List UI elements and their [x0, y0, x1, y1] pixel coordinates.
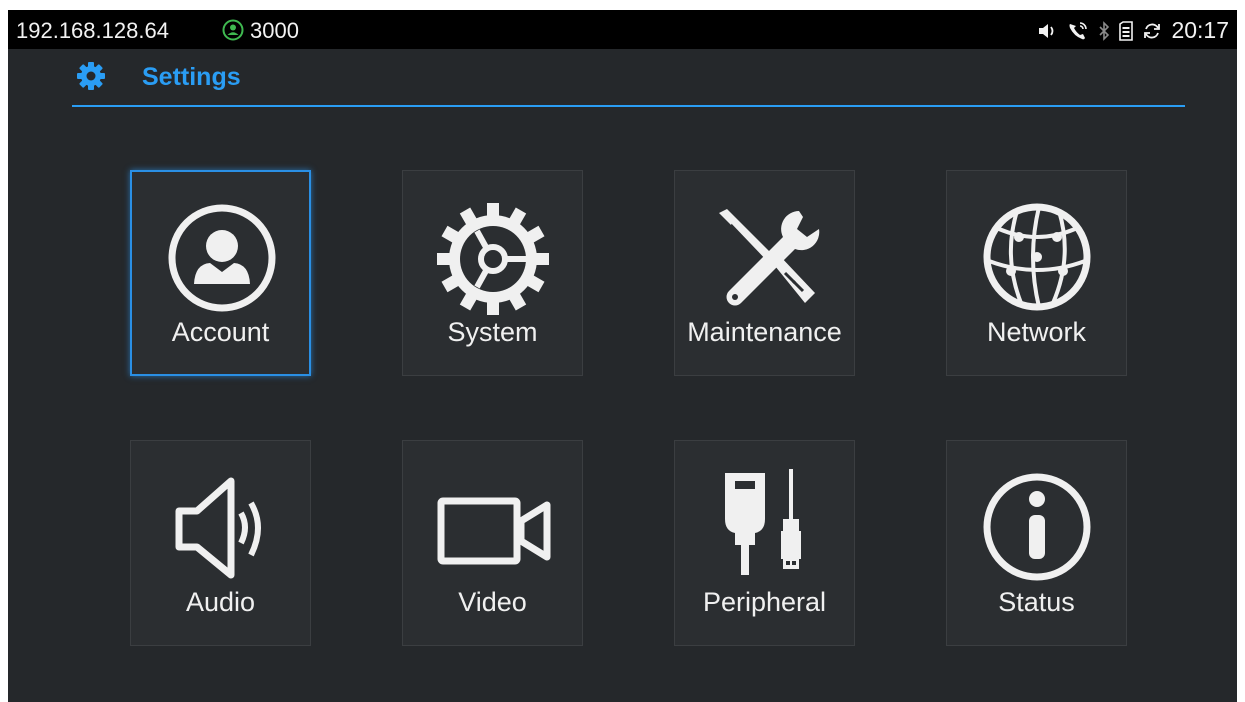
tile-network[interactable]: Network	[946, 170, 1127, 376]
tile-audio[interactable]: Audio	[130, 440, 311, 646]
ip-address: 192.168.128.64	[16, 18, 169, 43]
tile-peripheral[interactable]: Peripheral	[674, 440, 855, 646]
sd-card-icon	[1119, 20, 1134, 41]
account-icon	[168, 204, 276, 312]
gear-icon	[77, 62, 105, 90]
header-divider	[72, 105, 1185, 107]
sync-icon	[1144, 23, 1161, 38]
info-icon	[983, 473, 1091, 581]
tile-label: Peripheral	[702, 587, 827, 617]
clock: 20:17	[1171, 17, 1229, 43]
system-gear-icon	[437, 203, 549, 315]
globe-icon	[983, 203, 1091, 311]
status-bar: 192.168.128.64 3000 20:17	[8, 10, 1237, 49]
speaker-icon	[1039, 23, 1054, 38]
plug-usb-icon	[725, 469, 801, 575]
tile-maintenance[interactable]: Maintenance	[674, 170, 855, 376]
status-icons: 20:17	[1038, 17, 1229, 44]
tile-label: Account	[171, 317, 270, 347]
speaker-icon	[175, 477, 261, 579]
tile-account[interactable]: Account	[130, 170, 311, 376]
tile-video[interactable]: Video	[402, 440, 583, 646]
tile-label: Audio	[185, 587, 256, 617]
account-status-icon	[222, 19, 244, 41]
call-forward-icon	[1069, 21, 1088, 39]
tile-system[interactable]: System	[402, 170, 583, 376]
settings-header: Settings	[72, 56, 1185, 108]
page-title: Settings	[142, 63, 241, 91]
tile-label: Status	[998, 587, 1075, 617]
tile-status[interactable]: Status	[946, 440, 1127, 646]
tools-icon	[719, 209, 820, 306]
settings-screen: 192.168.128.64 3000 20:17 Settings Accou…	[8, 10, 1237, 702]
tile-label: System	[447, 317, 538, 347]
tile-label: Network	[986, 317, 1087, 347]
tile-label: Video	[458, 587, 527, 617]
video-camera-icon	[437, 497, 551, 565]
account-number: 3000	[250, 18, 299, 43]
bluetooth-icon	[1099, 20, 1110, 41]
tile-label: Maintenance	[687, 317, 842, 347]
